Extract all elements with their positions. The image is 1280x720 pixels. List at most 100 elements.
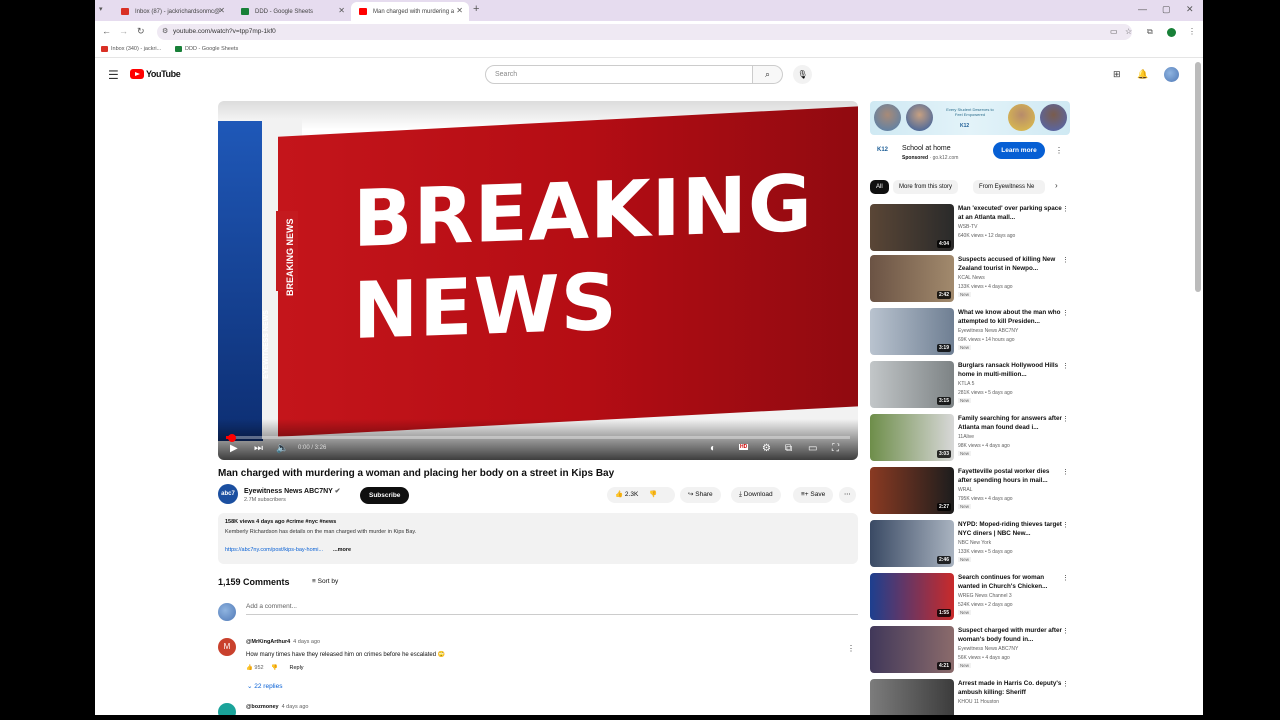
tab-youtube[interactable]: Man charged with murdering a ✕ xyxy=(351,2,469,21)
reply-button[interactable]: Reply xyxy=(290,665,304,671)
close-window-icon[interactable]: ✕ xyxy=(1186,4,1194,15)
profile-icon[interactable] xyxy=(1167,28,1176,37)
video-thumbnail[interactable]: 2:42 xyxy=(870,255,954,302)
tab-gmail[interactable]: Inbox (87) - jackrichardsonmc@ ✕ xyxy=(113,2,231,21)
chip-from-channel[interactable]: From Eyewitness Ne xyxy=(973,180,1045,194)
video-menu-icon[interactable]: ⋮ xyxy=(1062,362,1069,370)
voice-search-button[interactable]: 🎙 xyxy=(793,65,812,84)
commenter-avatar[interactable] xyxy=(218,703,236,715)
download-button[interactable]: ⤓ Download xyxy=(731,487,781,503)
recommended-video[interactable]: 3:03 Family searching for answers after A… xyxy=(870,414,1070,462)
recommended-video[interactable]: 2:27 Fayetteville postal worker dies afte… xyxy=(870,467,1070,515)
recommended-video[interactable]: 3:15 Burglars ransack Hollywood Hills hom… xyxy=(870,361,1070,409)
comment-author[interactable]: @MrKingArthur4 4 days ago xyxy=(246,639,320,645)
page-scrollbar[interactable] xyxy=(1195,62,1201,292)
add-comment-input[interactable]: Add a comment... xyxy=(246,603,858,615)
chip-more-from-story[interactable]: More from this story xyxy=(893,180,959,194)
youtube-logo[interactable]: YouTube xyxy=(130,69,181,79)
video-player[interactable]: BREAKING NEWS EYEWITNESS NEWS BREAKING N… xyxy=(218,101,858,460)
tab-search-icon[interactable]: ▾ xyxy=(99,5,103,13)
menu-icon[interactable]: ⋮ xyxy=(1188,27,1196,36)
video-menu-icon[interactable]: ⋮ xyxy=(1062,627,1069,635)
video-menu-icon[interactable]: ⋮ xyxy=(1062,415,1069,423)
more-actions-button[interactable]: ⋯ xyxy=(839,487,856,503)
close-tab-icon[interactable]: ✕ xyxy=(456,6,463,15)
settings-gear-icon[interactable]: ⚙ xyxy=(762,443,771,454)
close-tab-icon[interactable]: ✕ xyxy=(218,6,225,15)
new-tab-button[interactable]: + xyxy=(473,3,479,15)
video-thumbnail[interactable]: 1:55 xyxy=(870,573,954,620)
video-thumbnail[interactable]: 4:21 xyxy=(870,626,954,673)
notifications-bell-icon[interactable]: 🔔 xyxy=(1137,69,1148,80)
video-thumbnail[interactable] xyxy=(870,679,954,715)
progress-bar[interactable] xyxy=(226,433,850,442)
video-thumbnail[interactable]: 3:19 xyxy=(870,308,954,355)
save-button[interactable]: ≡+ Save xyxy=(793,487,834,503)
bookmark-gmail[interactable]: Inbox (340) - jackri... xyxy=(101,46,161,52)
chip-all[interactable]: All xyxy=(870,180,889,194)
view-replies-button[interactable]: ⌄ 22 replies xyxy=(247,682,282,690)
back-icon[interactable]: ← xyxy=(102,26,111,36)
reload-icon[interactable]: ↻ xyxy=(137,26,145,37)
site-info-icon[interactable]: ⚙ xyxy=(162,24,168,40)
like-dislike-button[interactable]: 👍 2.3K 👎 xyxy=(607,487,675,503)
play-icon[interactable]: ▶ xyxy=(230,443,238,454)
recommended-video[interactable]: 3:19 What we know about the man who attem… xyxy=(870,308,1070,356)
close-tab-icon[interactable]: ✕ xyxy=(338,6,345,15)
search-input[interactable]: Search xyxy=(485,65,753,84)
video-thumbnail[interactable]: 2:46 xyxy=(870,520,954,567)
volume-icon[interactable]: 🔈 xyxy=(276,443,288,454)
subscribe-button[interactable]: Subscribe xyxy=(360,487,410,504)
create-video-icon[interactable]: ⊞ xyxy=(1113,69,1121,80)
video-thumbnail[interactable]: 4:04 xyxy=(870,204,954,251)
next-icon[interactable]: ⏭ xyxy=(254,443,263,454)
miniplayer-icon[interactable]: ⧉ xyxy=(785,443,792,454)
recommended-video[interactable]: 2:42 Suspects accused of killing New Zeal… xyxy=(870,255,1070,303)
minimize-icon[interactable]: — xyxy=(1138,4,1147,14)
recommended-video[interactable]: 4:04 Man 'executed' over parking space at… xyxy=(870,204,1070,252)
forward-icon[interactable]: → xyxy=(119,26,128,36)
recommended-video[interactable]: 4:21 Suspect charged with murder after wo… xyxy=(870,626,1070,674)
sort-comments-button[interactable]: ≡ Sort by xyxy=(312,578,338,585)
maximize-icon[interactable]: ▢ xyxy=(1162,4,1171,15)
theater-mode-icon[interactable]: ▭ xyxy=(808,443,817,454)
video-menu-icon[interactable]: ⋮ xyxy=(1062,680,1069,688)
more-link[interactable]: ...more xyxy=(333,547,351,553)
autoplay-toggle-icon[interactable]: ◐ xyxy=(710,443,716,454)
video-menu-icon[interactable]: ⋮ xyxy=(1062,256,1069,264)
fullscreen-icon[interactable]: ⛶ xyxy=(832,443,839,454)
comment-menu-icon[interactable]: ⋮ xyxy=(847,644,855,653)
tab-sheets[interactable]: DDD - Google Sheets ✕ xyxy=(233,2,351,21)
video-menu-icon[interactable]: ⋮ xyxy=(1062,468,1069,476)
bookmark-sheets[interactable]: DDD - Google Sheets xyxy=(175,46,238,52)
comment-like-icon[interactable]: 👍 xyxy=(246,665,253,671)
video-menu-icon[interactable]: ⋮ xyxy=(1062,309,1069,317)
bookmark-star-icon[interactable]: ☆ xyxy=(1125,27,1132,36)
recommended-video[interactable]: Arrest made in Harris Co. deputy's ambus… xyxy=(870,679,1070,715)
commenter-avatar[interactable]: M xyxy=(218,638,236,656)
channel-name[interactable]: Eyewitness News ABC7NY ✔ xyxy=(244,487,341,495)
ad-banner[interactable]: Every Student Deserves to Feel Empowered… xyxy=(870,101,1070,135)
ad-menu-icon[interactable]: ⋮ xyxy=(1055,146,1063,155)
video-menu-icon[interactable]: ⋮ xyxy=(1062,205,1069,213)
progress-scrubber[interactable] xyxy=(228,433,237,442)
hamburger-menu-icon[interactable]: ☰ xyxy=(108,68,119,82)
share-button[interactable]: ↪ Share xyxy=(680,487,721,503)
video-menu-icon[interactable]: ⋮ xyxy=(1062,574,1069,582)
recommended-video[interactable]: 2:46 NYPD: Moped-riding thieves target NY… xyxy=(870,520,1070,568)
video-thumbnail[interactable]: 3:03 xyxy=(870,414,954,461)
description-box[interactable]: 158K views 4 days ago #crime #nyc #news … xyxy=(218,513,858,564)
learn-more-button[interactable]: Learn more xyxy=(993,142,1045,159)
video-thumbnail[interactable]: 2:27 xyxy=(870,467,954,514)
description-link[interactable]: https://abc7ny.com/post/kips-bay-homi... xyxy=(225,547,323,553)
thumbs-down-icon[interactable]: 👎 xyxy=(649,491,657,498)
video-thumbnail[interactable]: 3:15 xyxy=(870,361,954,408)
account-avatar[interactable] xyxy=(1164,67,1179,82)
comment-author[interactable]: @bozmoney 4 days ago xyxy=(246,704,308,710)
channel-avatar[interactable]: abc7 xyxy=(218,484,238,504)
search-button[interactable]: ⌕ xyxy=(753,65,783,84)
recommended-video[interactable]: 1:55 Search continues for woman wanted in… xyxy=(870,573,1070,621)
cast-icon[interactable]: ▭ xyxy=(1110,27,1118,36)
comment-dislike-icon[interactable]: 👎 xyxy=(271,665,278,671)
extensions-icon[interactable]: ⧉ xyxy=(1147,27,1153,37)
